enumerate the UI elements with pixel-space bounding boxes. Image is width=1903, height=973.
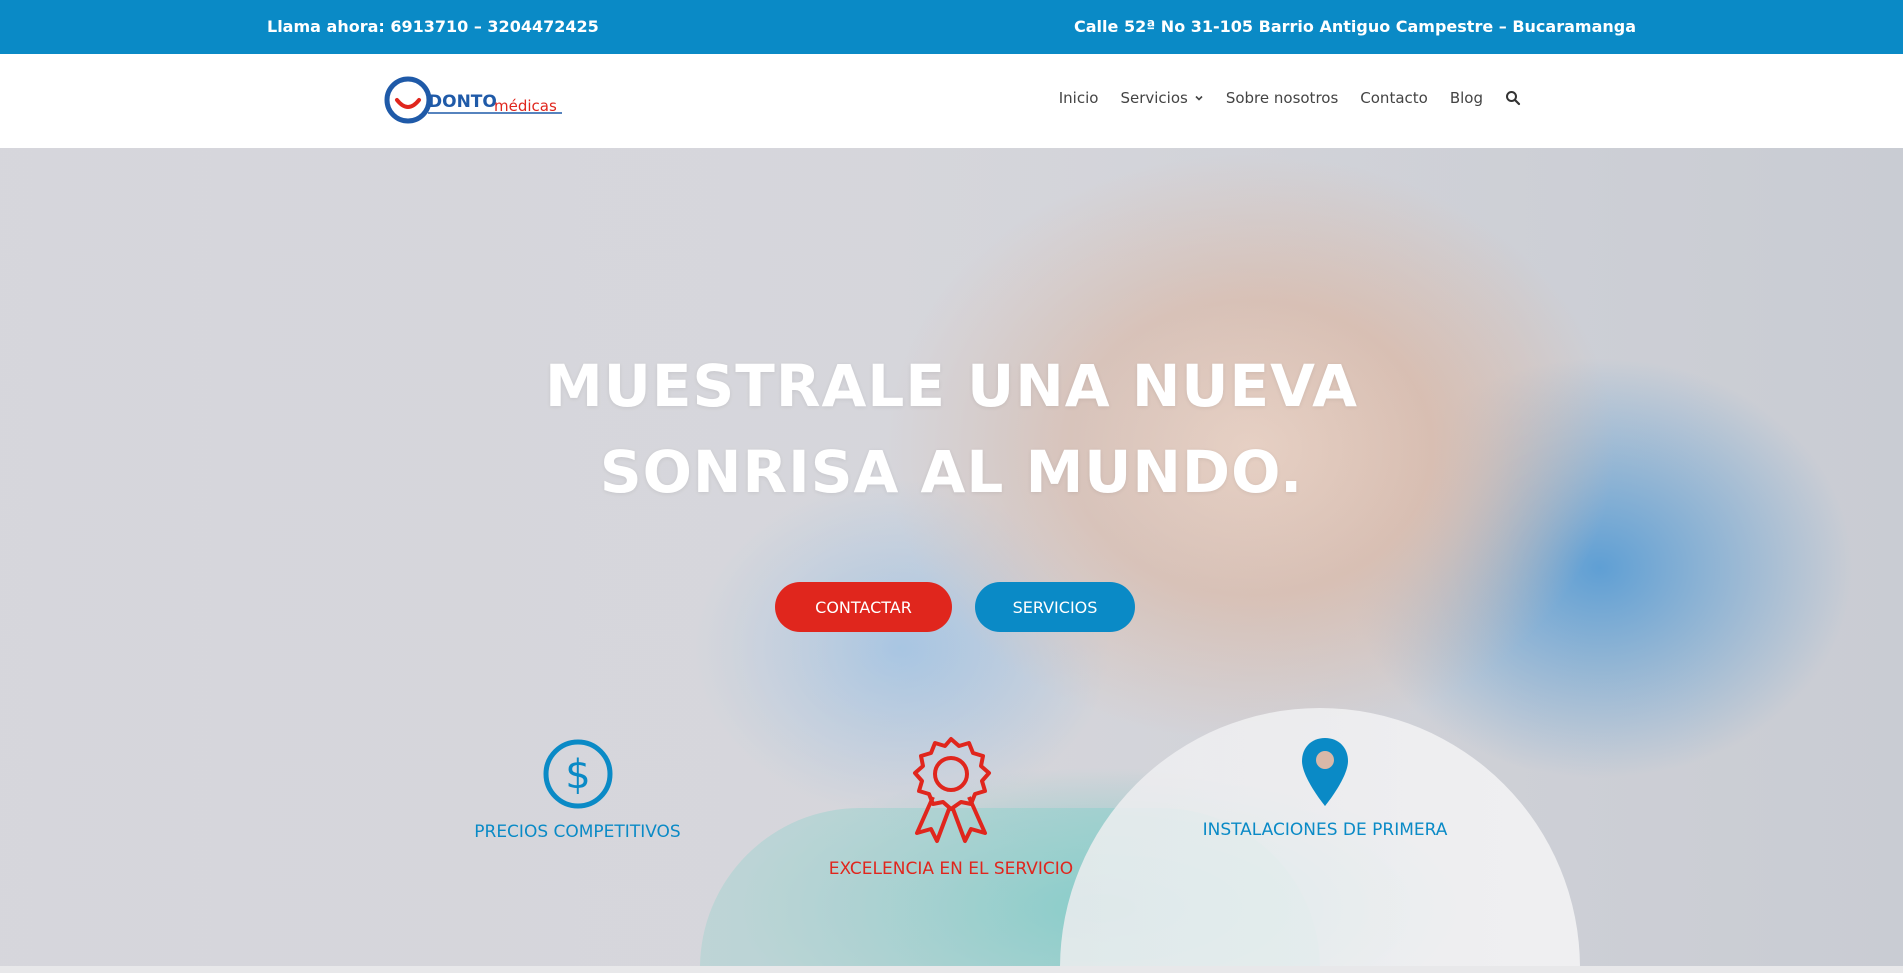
feature-label: PRECIOS COMPETITIVOS bbox=[474, 822, 681, 842]
main-nav: Inicio Servicios Sobre nosotros Contacto… bbox=[1037, 89, 1521, 107]
nav-item-sobre-nosotros[interactable]: Sobre nosotros bbox=[1226, 89, 1338, 107]
award-ribbon-icon bbox=[913, 737, 991, 843]
headline-line-1: MUESTRALE UNA NUEVA bbox=[545, 352, 1358, 420]
nav-item-blog[interactable]: Blog bbox=[1450, 89, 1483, 107]
top-info-bar: Llama ahora: 6913710 – 3204472425 Calle … bbox=[0, 0, 1903, 54]
feature-precios: $ PRECIOS COMPETITIVOS bbox=[455, 738, 700, 842]
nav-item-label: Contacto bbox=[1360, 89, 1428, 107]
chevron-down-icon bbox=[1195, 95, 1203, 101]
headline-line-2: SONRISA AL MUNDO. bbox=[599, 438, 1304, 506]
nav-item-inicio[interactable]: Inicio bbox=[1059, 89, 1099, 107]
hero-section: MUESTRALE UNA NUEVA SONRISA AL MUNDO. CO… bbox=[0, 148, 1903, 966]
nav-item-label: Servicios bbox=[1120, 89, 1188, 107]
hero-headline: MUESTRALE UNA NUEVA SONRISA AL MUNDO. bbox=[0, 343, 1903, 515]
services-button[interactable]: SERVICIOS bbox=[975, 582, 1135, 632]
feature-label: EXCELENCIA EN EL SERVICIO bbox=[828, 859, 1074, 879]
dollar-circle-icon: $ bbox=[543, 739, 612, 809]
logo-mark: DONTO médicas bbox=[384, 76, 562, 124]
nav-item-label: Blog bbox=[1449, 89, 1483, 107]
map-pin-icon bbox=[1302, 738, 1348, 806]
phone-number[interactable]: Llama ahora: 6913710 – 3204472425 bbox=[267, 17, 599, 36]
feature-excelencia: EXCELENCIA EN EL SERVICIO bbox=[820, 735, 1082, 879]
site-header: DONTO médicas Inicio Servicios Sobre nos… bbox=[0, 54, 1903, 148]
search-icon[interactable] bbox=[1505, 90, 1521, 106]
feature-label: INSTALACIONES DE PRIMERA bbox=[1202, 820, 1448, 840]
svg-text:$: $ bbox=[565, 752, 590, 798]
contact-button[interactable]: CONTACTAR bbox=[775, 582, 952, 632]
address-text: Calle 52ª No 31-105 Barrio Antiguo Campe… bbox=[1074, 17, 1636, 36]
page-bottom-edge bbox=[0, 966, 1903, 973]
nav-item-contacto[interactable]: Contacto bbox=[1360, 89, 1428, 107]
logo-text-donto: DONTO bbox=[428, 92, 497, 112]
site-logo[interactable]: DONTO médicas bbox=[384, 74, 564, 126]
nav-item-label: Sobre nosotros bbox=[1225, 89, 1339, 107]
feature-instalaciones: INSTALACIONES DE PRIMERA bbox=[1195, 736, 1455, 840]
nav-item-servicios[interactable]: Servicios bbox=[1120, 89, 1203, 107]
nav-item-label: Inicio bbox=[1058, 89, 1099, 107]
